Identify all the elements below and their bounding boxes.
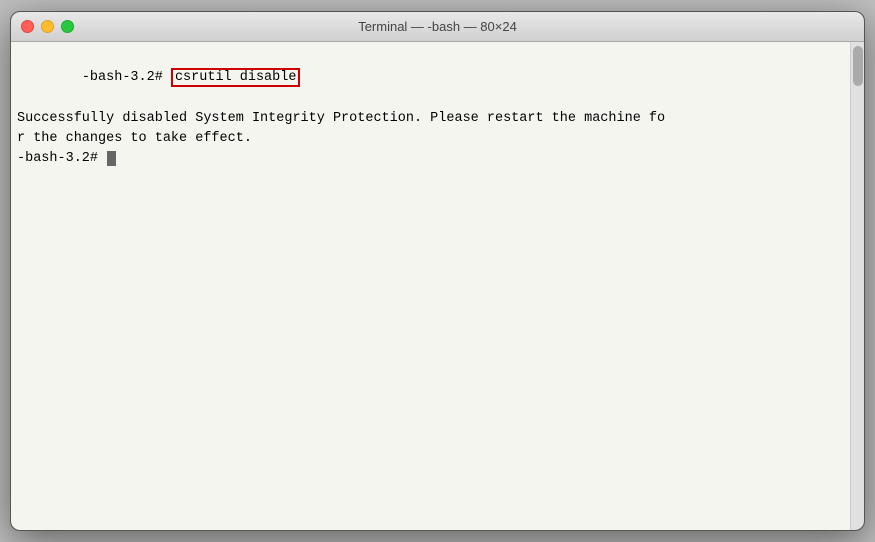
- output-line-1: Successfully disabled System Integrity P…: [17, 109, 844, 129]
- close-button[interactable]: [21, 20, 34, 33]
- prompt-1: -bash-3.2#: [82, 70, 171, 85]
- terminal-area: -bash-3.2# csrutil disable Successfully …: [11, 42, 864, 530]
- command-text: csrutil disable: [171, 68, 301, 87]
- terminal-content[interactable]: -bash-3.2# csrutil disable Successfully …: [11, 42, 850, 530]
- prompt-2: -bash-3.2#: [17, 151, 106, 166]
- scrollbar-thumb[interactable]: [853, 46, 863, 86]
- scrollbar[interactable]: [850, 42, 864, 530]
- output-line-2: r the changes to take effect.: [17, 129, 844, 149]
- titlebar: Terminal — -bash — 80×24: [11, 12, 864, 42]
- window-controls: [21, 20, 74, 33]
- command-line: -bash-3.2# csrutil disable: [17, 48, 844, 109]
- window-title: Terminal — -bash — 80×24: [358, 19, 517, 34]
- prompt-line-2: -bash-3.2#: [17, 149, 844, 169]
- terminal-window: Terminal — -bash — 80×24 -bash-3.2# csru…: [10, 11, 865, 531]
- cursor: [107, 151, 116, 166]
- maximize-button[interactable]: [61, 20, 74, 33]
- minimize-button[interactable]: [41, 20, 54, 33]
